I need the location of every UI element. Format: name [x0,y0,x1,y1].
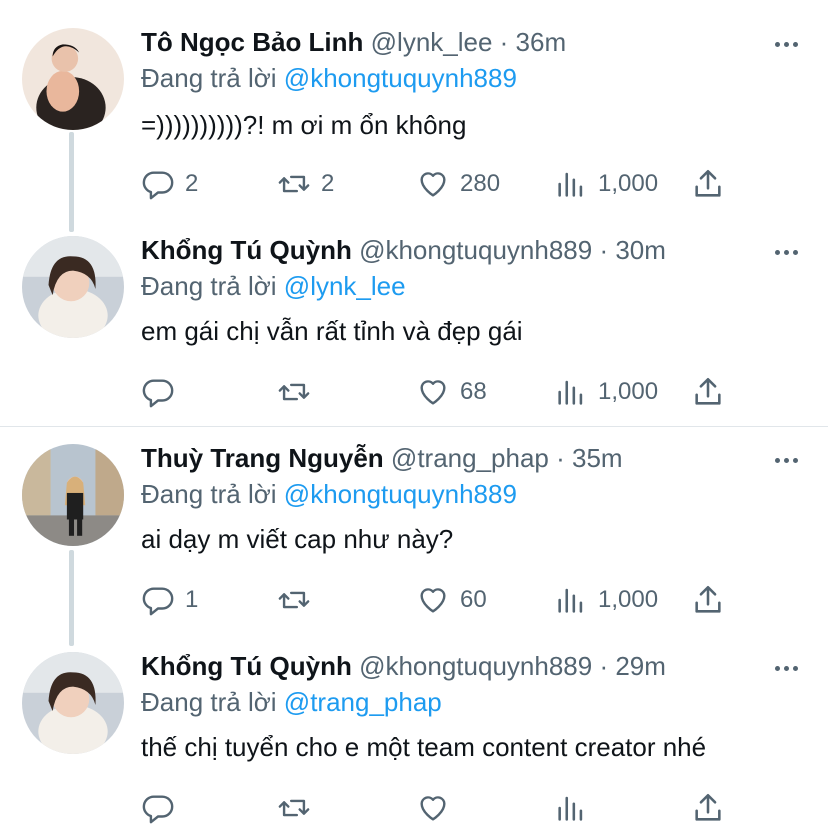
like-icon [420,172,446,197]
views-icon [558,380,583,405]
reply-handle-link[interactable]: @khongtuquynh889 [284,63,517,93]
reply-icon [142,171,174,200]
tweet-header: Khổng Tú Quỳnh @khongtuquynh889 · 30m [141,234,666,266]
tweet-text: thế chị tuyển cho e một team content cre… [141,732,707,762]
views-icon [558,588,583,613]
views-button[interactable]: 1,000 [554,374,658,410]
tweet-actions [141,790,741,826]
more-icon[interactable] [775,458,798,463]
share-button[interactable] [691,166,725,202]
views-icon [558,796,583,821]
reply-count: 2 [185,170,199,197]
display-name[interactable]: Tô Ngọc Bảo Linh [141,27,363,57]
like-button[interactable]: 280 [416,166,500,202]
tweet[interactable]: Khổng Tú Quỳnh @khongtuquynh889 · 29m Đa… [0,624,828,835]
retweet-button[interactable] [277,790,321,826]
retweet-icon [278,175,310,193]
reply-count: 1 [185,586,199,613]
like-button[interactable]: 60 [416,582,487,618]
replying-to: Đang trả lời @khongtuquynh889 [141,479,517,509]
like-icon [420,796,446,821]
reply-icon [142,379,174,408]
retweet-icon [278,383,310,401]
reply-button[interactable]: 1 [141,582,198,618]
views-button[interactable]: 1,000 [554,582,658,618]
share-button[interactable] [691,790,725,826]
retweet-icon [278,799,310,817]
display-name[interactable]: Khổng Tú Quỳnh [141,235,352,265]
avatar[interactable] [22,444,124,546]
reply-button[interactable] [141,374,185,410]
tweet-text: =))))))))))?! m ơi m ổn không [141,110,467,140]
tweet-actions: 68 1,000 [141,374,741,410]
handle-time: @trang_phap · 35m [390,443,623,473]
retweet-button[interactable] [277,582,321,618]
reply-handle-link[interactable]: @khongtuquynh889 [284,479,517,509]
more-icon[interactable] [775,42,798,47]
display-name[interactable]: Thuỳ Trang Nguyễn [141,443,384,473]
views-icon [558,172,583,197]
tweet-header: Khổng Tú Quỳnh @khongtuquynh889 · 29m [141,650,666,682]
share-icon [695,585,721,613]
retweet-count: 2 [321,170,335,197]
views-count: 1,000 [598,378,659,405]
replying-to: Đang trả lời @khongtuquynh889 [141,63,517,93]
replying-to: Đang trả lời @lynk_lee [141,271,406,301]
retweet-button[interactable]: 2 [277,166,334,202]
like-button[interactable] [416,790,460,826]
tweet[interactable]: Thuỳ Trang Nguyễn @trang_phap · 35m Đang… [0,416,828,636]
tweet-text: em gái chị vẫn rất tỉnh và đẹp gái [141,316,523,346]
views-count: 1,000 [598,170,659,197]
views-count: 1,000 [598,586,659,613]
views-button[interactable]: 1,000 [554,166,658,202]
more-icon[interactable] [775,250,798,255]
replying-to: Đang trả lời @trang_phap [141,687,442,717]
avatar[interactable] [22,236,124,338]
reply-button[interactable] [141,790,185,826]
share-button[interactable] [691,582,725,618]
like-count: 280 [460,170,501,197]
share-icon [695,169,721,197]
tweet-actions: 1 60 1,000 [141,582,741,618]
more-icon[interactable] [775,666,798,671]
like-icon [420,588,446,613]
tweet[interactable]: Khổng Tú Quỳnh @khongtuquynh889 · 30m Đa… [0,208,828,428]
handle-time: @lynk_lee · 36m [370,27,567,57]
avatar[interactable] [22,652,124,754]
tweet-header: Tô Ngọc Bảo Linh @lynk_lee · 36m [141,26,566,58]
views-button[interactable] [554,790,598,826]
display-name[interactable]: Khổng Tú Quỳnh [141,651,352,681]
handle-time: @khongtuquynh889 · 29m [359,651,666,681]
like-button[interactable]: 68 [416,374,487,410]
reply-icon [142,795,174,824]
tweet-header: Thuỳ Trang Nguyễn @trang_phap · 35m [141,442,623,474]
share-icon [695,377,721,405]
retweet-button[interactable] [277,374,321,410]
share-button[interactable] [691,374,725,410]
retweet-icon [278,591,310,609]
reply-handle-link[interactable]: @lynk_lee [284,271,406,301]
reply-handle-link[interactable]: @trang_phap [284,687,442,717]
like-icon [420,380,446,405]
tweet[interactable]: Tô Ngọc Bảo Linh @lynk_lee · 36m Đang tr… [0,0,828,220]
share-icon [695,793,721,821]
tweet-text: ai dạy m viết cap như này? [141,524,454,554]
tweet-actions: 2 2 280 1,000 [141,166,741,202]
reply-button[interactable]: 2 [141,166,198,202]
like-count: 68 [460,378,487,405]
like-count: 60 [460,586,487,613]
handle-time: @khongtuquynh889 · 30m [359,235,666,265]
reply-icon [142,587,174,616]
avatar[interactable] [22,28,124,130]
